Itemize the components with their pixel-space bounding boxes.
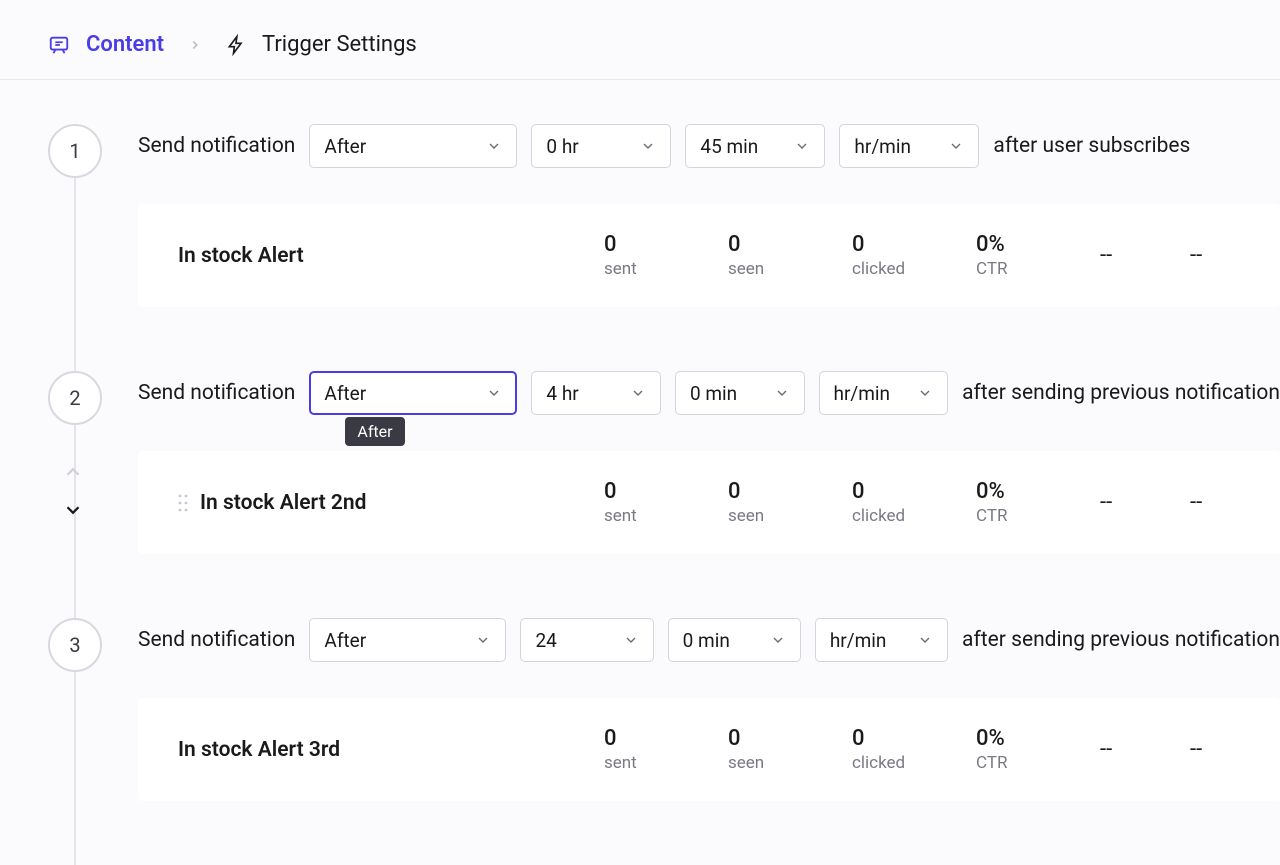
metric-ctr: 0%CTR xyxy=(976,479,1060,526)
breadcrumb-trigger-settings[interactable]: Trigger Settings xyxy=(226,32,417,57)
step-marker-2: 2 xyxy=(48,371,102,425)
chevron-down-icon xyxy=(917,385,933,401)
breadcrumb-content-label: Content xyxy=(86,32,164,57)
chevron-down-icon xyxy=(948,138,964,154)
minutes-select[interactable]: 0 min xyxy=(675,371,805,415)
breadcrumb-trigger-label: Trigger Settings xyxy=(262,32,417,57)
step-marker-3: 3 xyxy=(48,618,102,672)
metric-placeholder: -- xyxy=(1100,737,1150,762)
drag-handle-icon[interactable] xyxy=(178,493,188,513)
timeline-line xyxy=(74,672,76,865)
chevron-down-icon xyxy=(475,632,491,648)
chevron-down-icon xyxy=(917,632,933,648)
metric-seen: 0seen xyxy=(728,232,812,279)
metric-ctr: 0%CTR xyxy=(976,232,1060,279)
lightning-icon xyxy=(226,34,246,56)
step-1-config: Send notification After 0 hr 45 min hr/m… xyxy=(138,124,1280,168)
chevron-right-icon xyxy=(188,38,202,52)
chevron-down-icon xyxy=(623,632,639,648)
timing-tail: after sending previous notification xyxy=(962,381,1280,405)
step-2: 2 Send notification After After 4 hr xyxy=(48,371,1280,554)
timing-select[interactable]: After xyxy=(309,618,506,662)
notification-card-1[interactable]: In stock Alert 0sent 0seen 0clicked 0%CT… xyxy=(138,204,1280,307)
move-up-icon[interactable] xyxy=(62,461,84,483)
unit-select[interactable]: hr/min xyxy=(815,618,948,662)
minutes-select[interactable]: 45 min xyxy=(685,124,825,168)
send-notification-label: Send notification xyxy=(138,134,295,158)
step-3-config: Send notification After 24 0 min hr/min xyxy=(138,618,1280,662)
metric-clicked: 0clicked xyxy=(852,479,936,526)
metric-placeholder: -- xyxy=(1190,243,1240,268)
card-title: In stock Alert 3rd xyxy=(178,738,564,762)
timeline-line xyxy=(74,178,76,371)
metric-clicked: 0clicked xyxy=(852,232,936,279)
hours-select[interactable]: 0 hr xyxy=(531,124,671,168)
chevron-down-icon xyxy=(774,385,790,401)
select-tooltip: After xyxy=(345,417,404,446)
metric-sent: 0sent xyxy=(604,232,688,279)
timing-tail: after sending previous notification xyxy=(962,628,1280,652)
breadcrumb-content[interactable]: Content xyxy=(48,32,164,57)
card-title: In stock Alert 2nd xyxy=(178,491,564,515)
timeline-line xyxy=(74,425,76,618)
notification-card-2[interactable]: In stock Alert 2nd 0sent 0seen 0clicked … xyxy=(138,451,1280,554)
chevron-down-icon xyxy=(794,138,810,154)
send-notification-label: Send notification xyxy=(138,628,295,652)
minutes-select[interactable]: 0 min xyxy=(668,618,801,662)
breadcrumb: Content Trigger Settings xyxy=(0,0,1280,80)
metric-placeholder: -- xyxy=(1100,243,1150,268)
step-marker-1: 1 xyxy=(48,124,102,178)
hours-select[interactable]: 24 xyxy=(520,618,653,662)
chevron-down-icon xyxy=(770,632,786,648)
chevron-down-icon xyxy=(640,138,656,154)
chevron-down-icon xyxy=(486,385,502,401)
metric-seen: 0seen xyxy=(728,479,812,526)
unit-select[interactable]: hr/min xyxy=(839,124,979,168)
timing-select[interactable]: After xyxy=(309,124,517,168)
chevron-down-icon xyxy=(486,138,502,154)
step-3: 3 Send notification After 24 0 min hr/mi… xyxy=(48,618,1280,801)
timing-select[interactable]: After xyxy=(309,371,517,415)
metric-seen: 0seen xyxy=(728,726,812,773)
unit-select[interactable]: hr/min xyxy=(819,371,949,415)
move-down-icon[interactable] xyxy=(62,499,84,521)
metric-placeholder: -- xyxy=(1100,490,1150,515)
send-notification-label: Send notification xyxy=(138,381,295,405)
metric-sent: 0sent xyxy=(604,726,688,773)
notification-card-3[interactable]: In stock Alert 3rd 0sent 0seen 0clicked … xyxy=(138,698,1280,801)
metric-sent: 0sent xyxy=(604,479,688,526)
metric-clicked: 0clicked xyxy=(852,726,936,773)
reorder-controls xyxy=(62,461,84,521)
metric-placeholder: -- xyxy=(1190,737,1240,762)
chevron-down-icon xyxy=(630,385,646,401)
timing-tail: after user subscribes xyxy=(993,134,1190,158)
content-icon xyxy=(48,34,70,56)
step-1: 1 Send notification After 0 hr 45 min hr… xyxy=(48,124,1280,307)
hours-select[interactable]: 4 hr xyxy=(531,371,661,415)
card-title: In stock Alert xyxy=(178,244,564,268)
metric-ctr: 0%CTR xyxy=(976,726,1060,773)
metric-placeholder: -- xyxy=(1190,490,1240,515)
step-2-config: Send notification After After 4 hr 0 min xyxy=(138,371,1280,415)
